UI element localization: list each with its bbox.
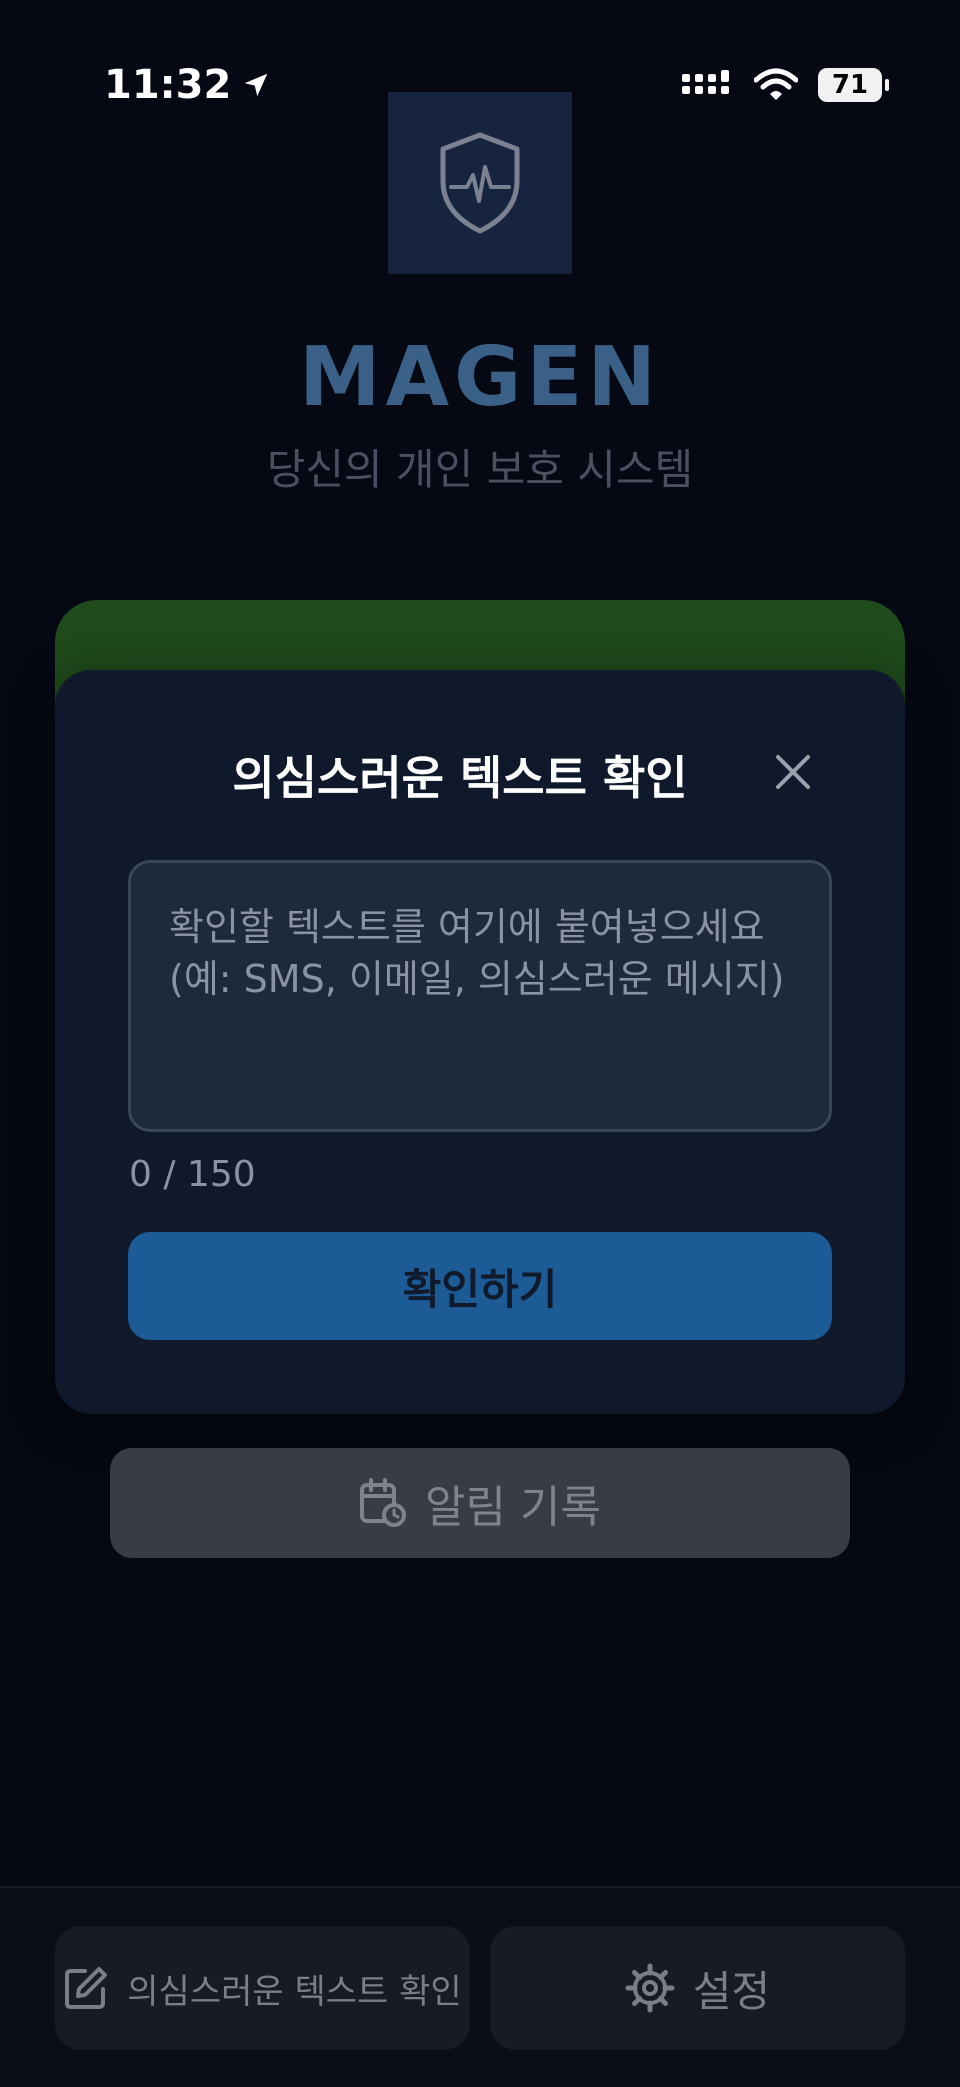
tab-settings-label: 설정 [692,1966,771,2016]
confirm-button[interactable]: 확인하기 [128,1232,832,1340]
bottom-tab-bar: 의심스러운 텍스트 확인 설정 [0,1886,960,2087]
character-counter: 0 / 150 [129,1154,256,1195]
check-text-modal: 의심스러운 텍스트 확인 0 / 150 확인하기 [55,670,905,1414]
tab-check-text-label: 의심스러운 텍스트 확인 [127,1971,462,2012]
app-subtitle: 당신의 개인 보호 시스템 [266,445,694,494]
alert-history-label: 알림 기록 [425,1482,601,1533]
tab-settings[interactable]: 설정 [490,1926,905,2050]
suspicious-text-input[interactable] [128,860,832,1132]
close-button[interactable] [765,744,821,800]
status-bar-time: 11:32 [104,62,271,108]
close-icon [776,755,810,789]
gear-icon [625,1963,675,2013]
shield-pulse-icon [440,132,520,234]
location-arrow-icon [245,73,268,97]
confirm-button-label: 확인하기 [402,1264,558,1314]
battery-indicator: 71 [818,68,889,102]
cellular-signal-icon [682,70,729,94]
tab-check-text[interactable]: 의심스러운 텍스트 확인 [55,1926,470,2050]
edit-icon [65,1967,108,2009]
battery-level: 71 [831,70,869,100]
alert-history-button[interactable]: 알림 기록 [110,1448,850,1558]
wifi-icon [754,68,798,100]
app-logo [388,92,572,274]
status-time-text: 11:32 [104,62,232,108]
calendar-clock-icon [360,1478,407,1527]
status-bar-indicators: 71 [682,68,889,102]
app-title: MAGEN [298,330,661,425]
